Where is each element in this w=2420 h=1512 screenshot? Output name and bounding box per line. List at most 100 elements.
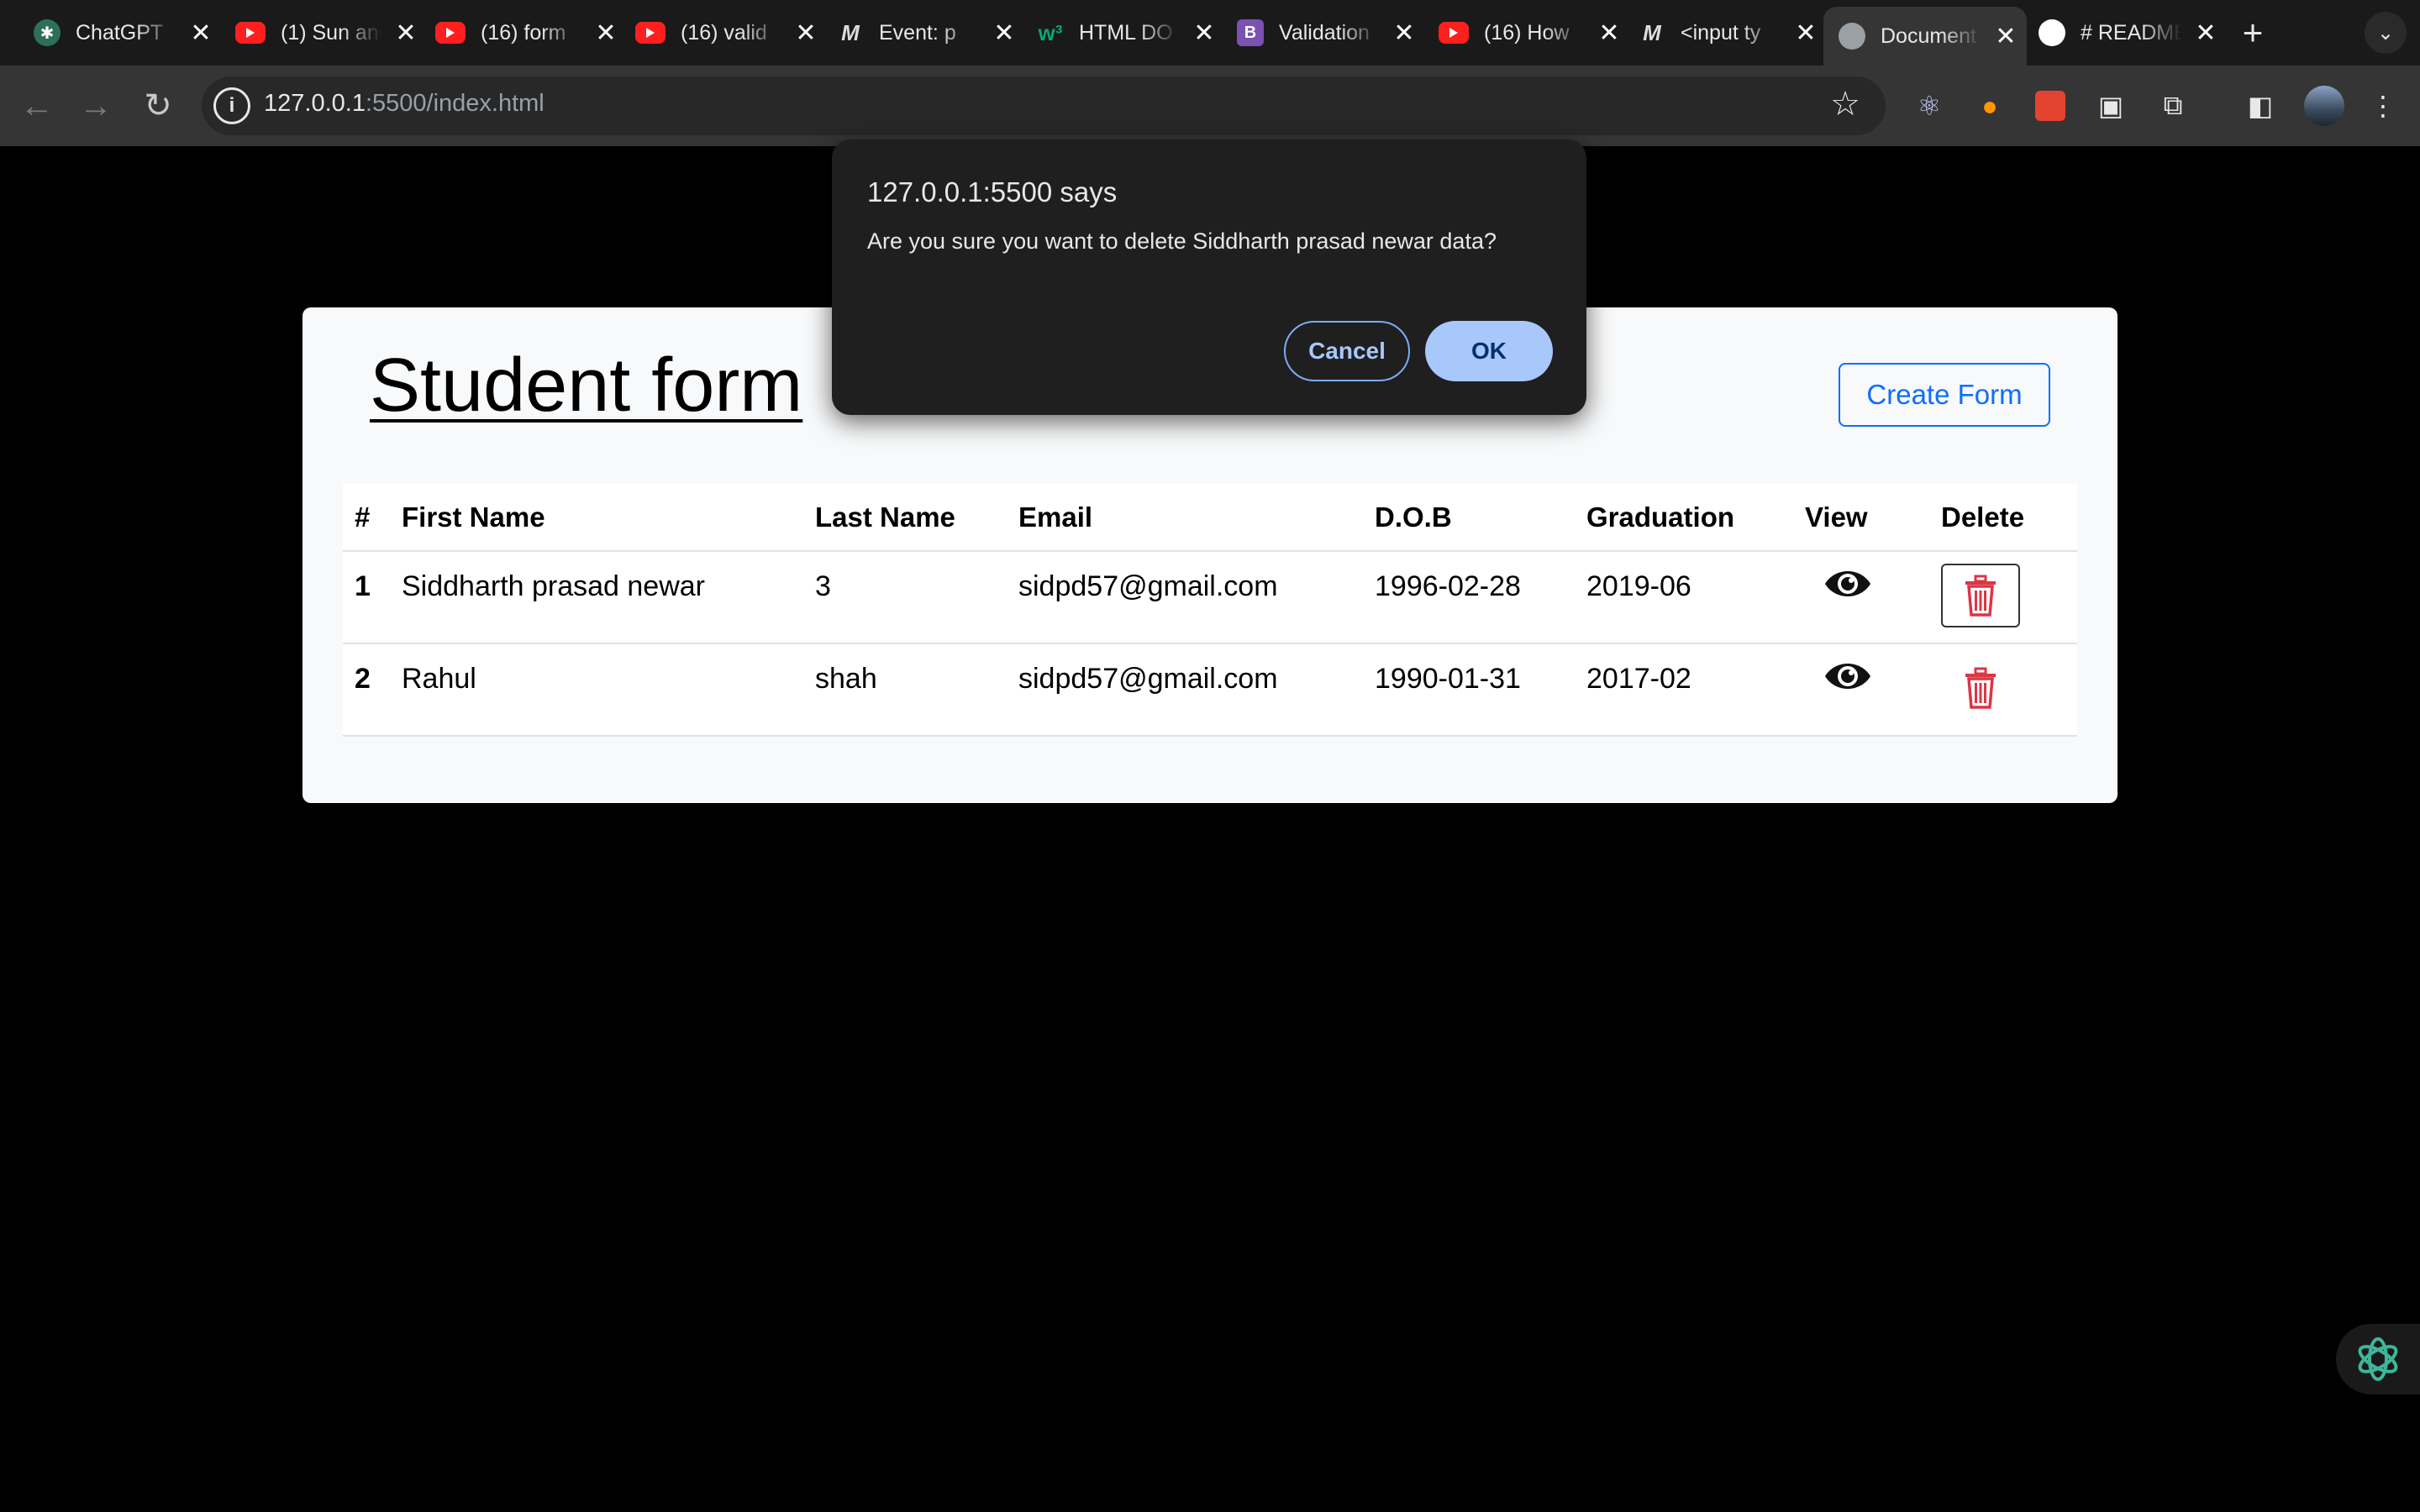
new-tab-button[interactable]: + bbox=[2232, 12, 2274, 54]
dialog-title: 127.0.0.1:5500 says bbox=[867, 176, 1118, 207]
youtube-icon bbox=[435, 22, 466, 44]
cancel-button[interactable]: Cancel bbox=[1284, 321, 1410, 381]
chatgpt-icon bbox=[2358, 1337, 2398, 1381]
tab-title: HTML DO bbox=[1079, 20, 1173, 45]
graduation-cell: 2019-06 bbox=[1586, 551, 1805, 644]
address-bar[interactable]: i 127.0.0.1:5500/index.html ☆ bbox=[202, 76, 1886, 135]
tab-chatgpt[interactable]: ✱ ChatGPT ✕ bbox=[34, 8, 213, 57]
table-row: 2 Rahul shah sidpd57@gmail.com 1990-01-3… bbox=[343, 643, 2077, 737]
close-icon[interactable]: ✕ bbox=[1192, 19, 1217, 47]
tab-youtube-1[interactable]: (1) Sun and ✕ bbox=[235, 8, 418, 57]
email-cell: sidpd57@gmail.com bbox=[1018, 551, 1375, 644]
dialog-message: Are you sure you want to delete Siddhart… bbox=[867, 228, 1497, 254]
tab-document[interactable]: Document ✕ bbox=[1823, 7, 2027, 66]
todoist-icon[interactable] bbox=[2035, 91, 2065, 121]
youtube-icon bbox=[635, 22, 666, 44]
github-icon bbox=[2039, 19, 2065, 46]
url-path: :5500/index.html bbox=[365, 90, 544, 117]
view-cell bbox=[1805, 643, 1941, 737]
first-name-cell: Rahul bbox=[402, 643, 815, 737]
ok-button[interactable]: OK bbox=[1425, 321, 1553, 381]
tab-strip: ✱ ChatGPT ✕ (1) Sun and ✕ (16) form ✕ (1… bbox=[0, 0, 2420, 66]
delete-cell bbox=[1941, 643, 2077, 737]
bootstrap-icon: B bbox=[1237, 19, 1264, 46]
close-icon[interactable]: ✕ bbox=[593, 19, 618, 47]
tab-search-button[interactable]: ⌄ bbox=[2365, 12, 2407, 54]
tab-title: Event: p bbox=[879, 20, 956, 45]
kebab-menu-icon[interactable]: ⋮ bbox=[2365, 87, 2402, 124]
close-icon[interactable]: ✕ bbox=[188, 19, 213, 47]
header-delete: Delete bbox=[1941, 484, 2077, 552]
delete-cell bbox=[1941, 551, 2077, 644]
trash-icon bbox=[1965, 667, 1996, 709]
react-devtools-icon[interactable]: ⚛ bbox=[1911, 87, 1948, 124]
tab-youtube-3[interactable]: (16) valid ✕ bbox=[635, 8, 818, 57]
close-icon[interactable]: ✕ bbox=[393, 19, 418, 47]
header-dob: D.O.B bbox=[1375, 484, 1586, 552]
globe-icon bbox=[1839, 23, 1865, 50]
tab-title: Validation bbox=[1279, 20, 1370, 45]
picture-in-picture-icon[interactable]: ▣ bbox=[2092, 87, 2129, 124]
bookmark-star-icon[interactable]: ☆ bbox=[1830, 85, 1860, 123]
browser-toolbar: ← → ↻ i 127.0.0.1:5500/index.html ☆ ⚛ ● … bbox=[0, 66, 2420, 146]
tab-youtube-4[interactable]: (16) How ✕ bbox=[1439, 8, 1622, 57]
mdn-icon: M bbox=[1643, 19, 1661, 45]
tab-mdn-input[interactable]: M <input ty ✕ bbox=[1639, 8, 1818, 57]
dob-cell: 1996-02-28 bbox=[1375, 551, 1586, 644]
url-host: 127.0.0.1 bbox=[264, 90, 366, 117]
row-number: 1 bbox=[343, 551, 402, 644]
assistant-widget[interactable] bbox=[2336, 1324, 2420, 1394]
extension-bottle-icon[interactable]: ● bbox=[1971, 87, 2008, 124]
tab-github[interactable]: # README ✕ bbox=[2039, 8, 2218, 57]
close-icon[interactable]: ✕ bbox=[992, 19, 1017, 47]
table-header-row: # First Name Last Name Email D.O.B Gradu… bbox=[343, 484, 2077, 552]
tab-title: ChatGPT bbox=[76, 20, 164, 45]
create-form-button[interactable]: Create Form bbox=[1839, 363, 2050, 427]
close-icon[interactable]: ✕ bbox=[1597, 19, 1622, 47]
w3schools-icon: w³ bbox=[1038, 19, 1063, 45]
header-last-name: Last Name bbox=[815, 484, 1018, 552]
first-name-cell: Siddharth prasad newar bbox=[402, 551, 815, 644]
close-icon[interactable]: ✕ bbox=[1793, 19, 1818, 47]
tab-title: (1) Sun and bbox=[281, 20, 381, 45]
site-info-icon[interactable]: i bbox=[213, 87, 250, 124]
student-table: # First Name Last Name Email D.O.B Gradu… bbox=[343, 484, 2077, 737]
confirm-dialog: 127.0.0.1:5500 says Are you sure you wan… bbox=[832, 139, 1586, 415]
reload-icon[interactable]: ↻ bbox=[138, 86, 178, 126]
tab-youtube-2[interactable]: (16) form ✕ bbox=[435, 8, 618, 57]
header-first-name: First Name bbox=[402, 484, 815, 552]
header-number: # bbox=[343, 484, 402, 552]
chatgpt-icon: ✱ bbox=[34, 19, 60, 46]
tab-title: # README bbox=[2081, 20, 2181, 45]
side-panel-icon[interactable]: ◧ bbox=[2242, 87, 2279, 124]
extensions-puzzle-icon[interactable]: ⧉ bbox=[2154, 87, 2191, 124]
mdn-icon: M bbox=[841, 19, 860, 45]
youtube-icon bbox=[235, 22, 266, 44]
table-row: 1 Siddharth prasad newar 3 sidpd57@gmail… bbox=[343, 551, 2077, 644]
forward-arrow-icon[interactable]: → bbox=[76, 86, 116, 126]
tab-title: (16) valid bbox=[681, 20, 767, 45]
last-name-cell: 3 bbox=[815, 551, 1018, 644]
eye-icon[interactable] bbox=[1823, 564, 1872, 604]
close-icon[interactable]: ✕ bbox=[2193, 19, 2218, 47]
delete-button[interactable] bbox=[1941, 656, 2020, 720]
header-view: View bbox=[1805, 484, 1941, 552]
eye-icon[interactable] bbox=[1823, 656, 1872, 696]
delete-button[interactable] bbox=[1941, 564, 2020, 627]
tab-mdn-event[interactable]: M Event: p ✕ bbox=[837, 8, 1017, 57]
tab-title: <input ty bbox=[1681, 20, 1761, 45]
header-email: Email bbox=[1018, 484, 1375, 552]
tab-bootstrap[interactable]: B Validation ✕ bbox=[1237, 8, 1417, 57]
tab-title: Document bbox=[1881, 24, 1976, 48]
url-text[interactable]: 127.0.0.1:5500/index.html bbox=[264, 90, 544, 118]
email-cell: sidpd57@gmail.com bbox=[1018, 643, 1375, 737]
tab-w3schools[interactable]: w³ HTML DO ✕ bbox=[1037, 8, 1217, 57]
trash-icon bbox=[1965, 575, 1996, 617]
back-arrow-icon[interactable]: ← bbox=[17, 86, 57, 126]
header-graduation: Graduation bbox=[1586, 484, 1805, 552]
close-icon[interactable]: ✕ bbox=[1392, 19, 1417, 47]
close-icon[interactable]: ✕ bbox=[1993, 23, 2018, 50]
profile-avatar[interactable] bbox=[2304, 86, 2344, 126]
tab-title: (16) form bbox=[481, 20, 566, 45]
close-icon[interactable]: ✕ bbox=[793, 19, 818, 47]
